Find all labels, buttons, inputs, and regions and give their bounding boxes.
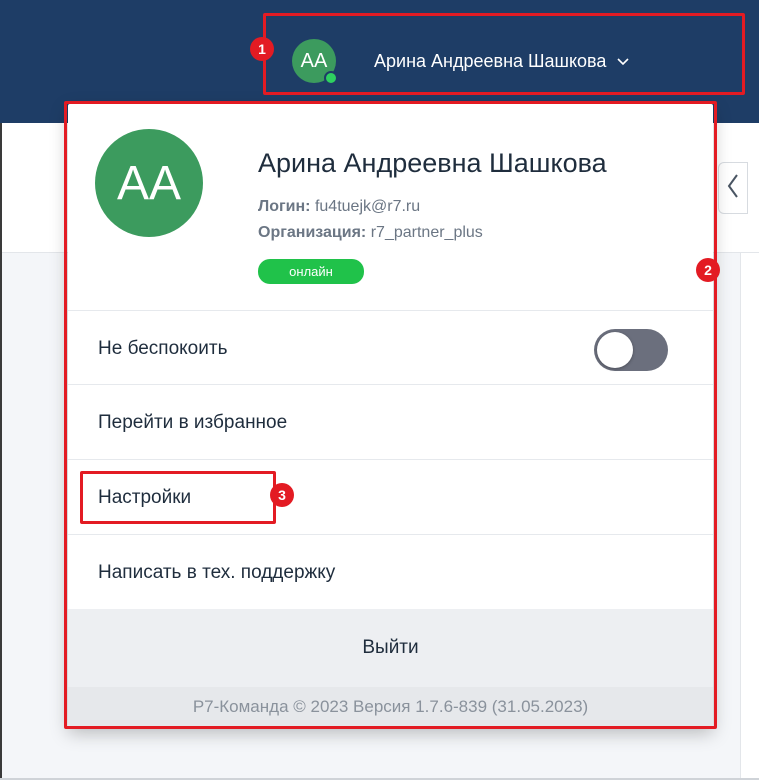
highlight-box-1 (263, 13, 745, 95)
annotation-badge-2: 2 (696, 258, 720, 282)
annotation-badge-3: 3 (270, 483, 294, 507)
highlight-box-2 (64, 101, 717, 729)
annotation-badge-1: 1 (250, 37, 274, 61)
highlight-box-3 (80, 471, 276, 524)
collapse-panel-button[interactable] (718, 162, 748, 214)
chevron-left-icon (726, 173, 740, 203)
right-panel-strip (740, 253, 759, 778)
